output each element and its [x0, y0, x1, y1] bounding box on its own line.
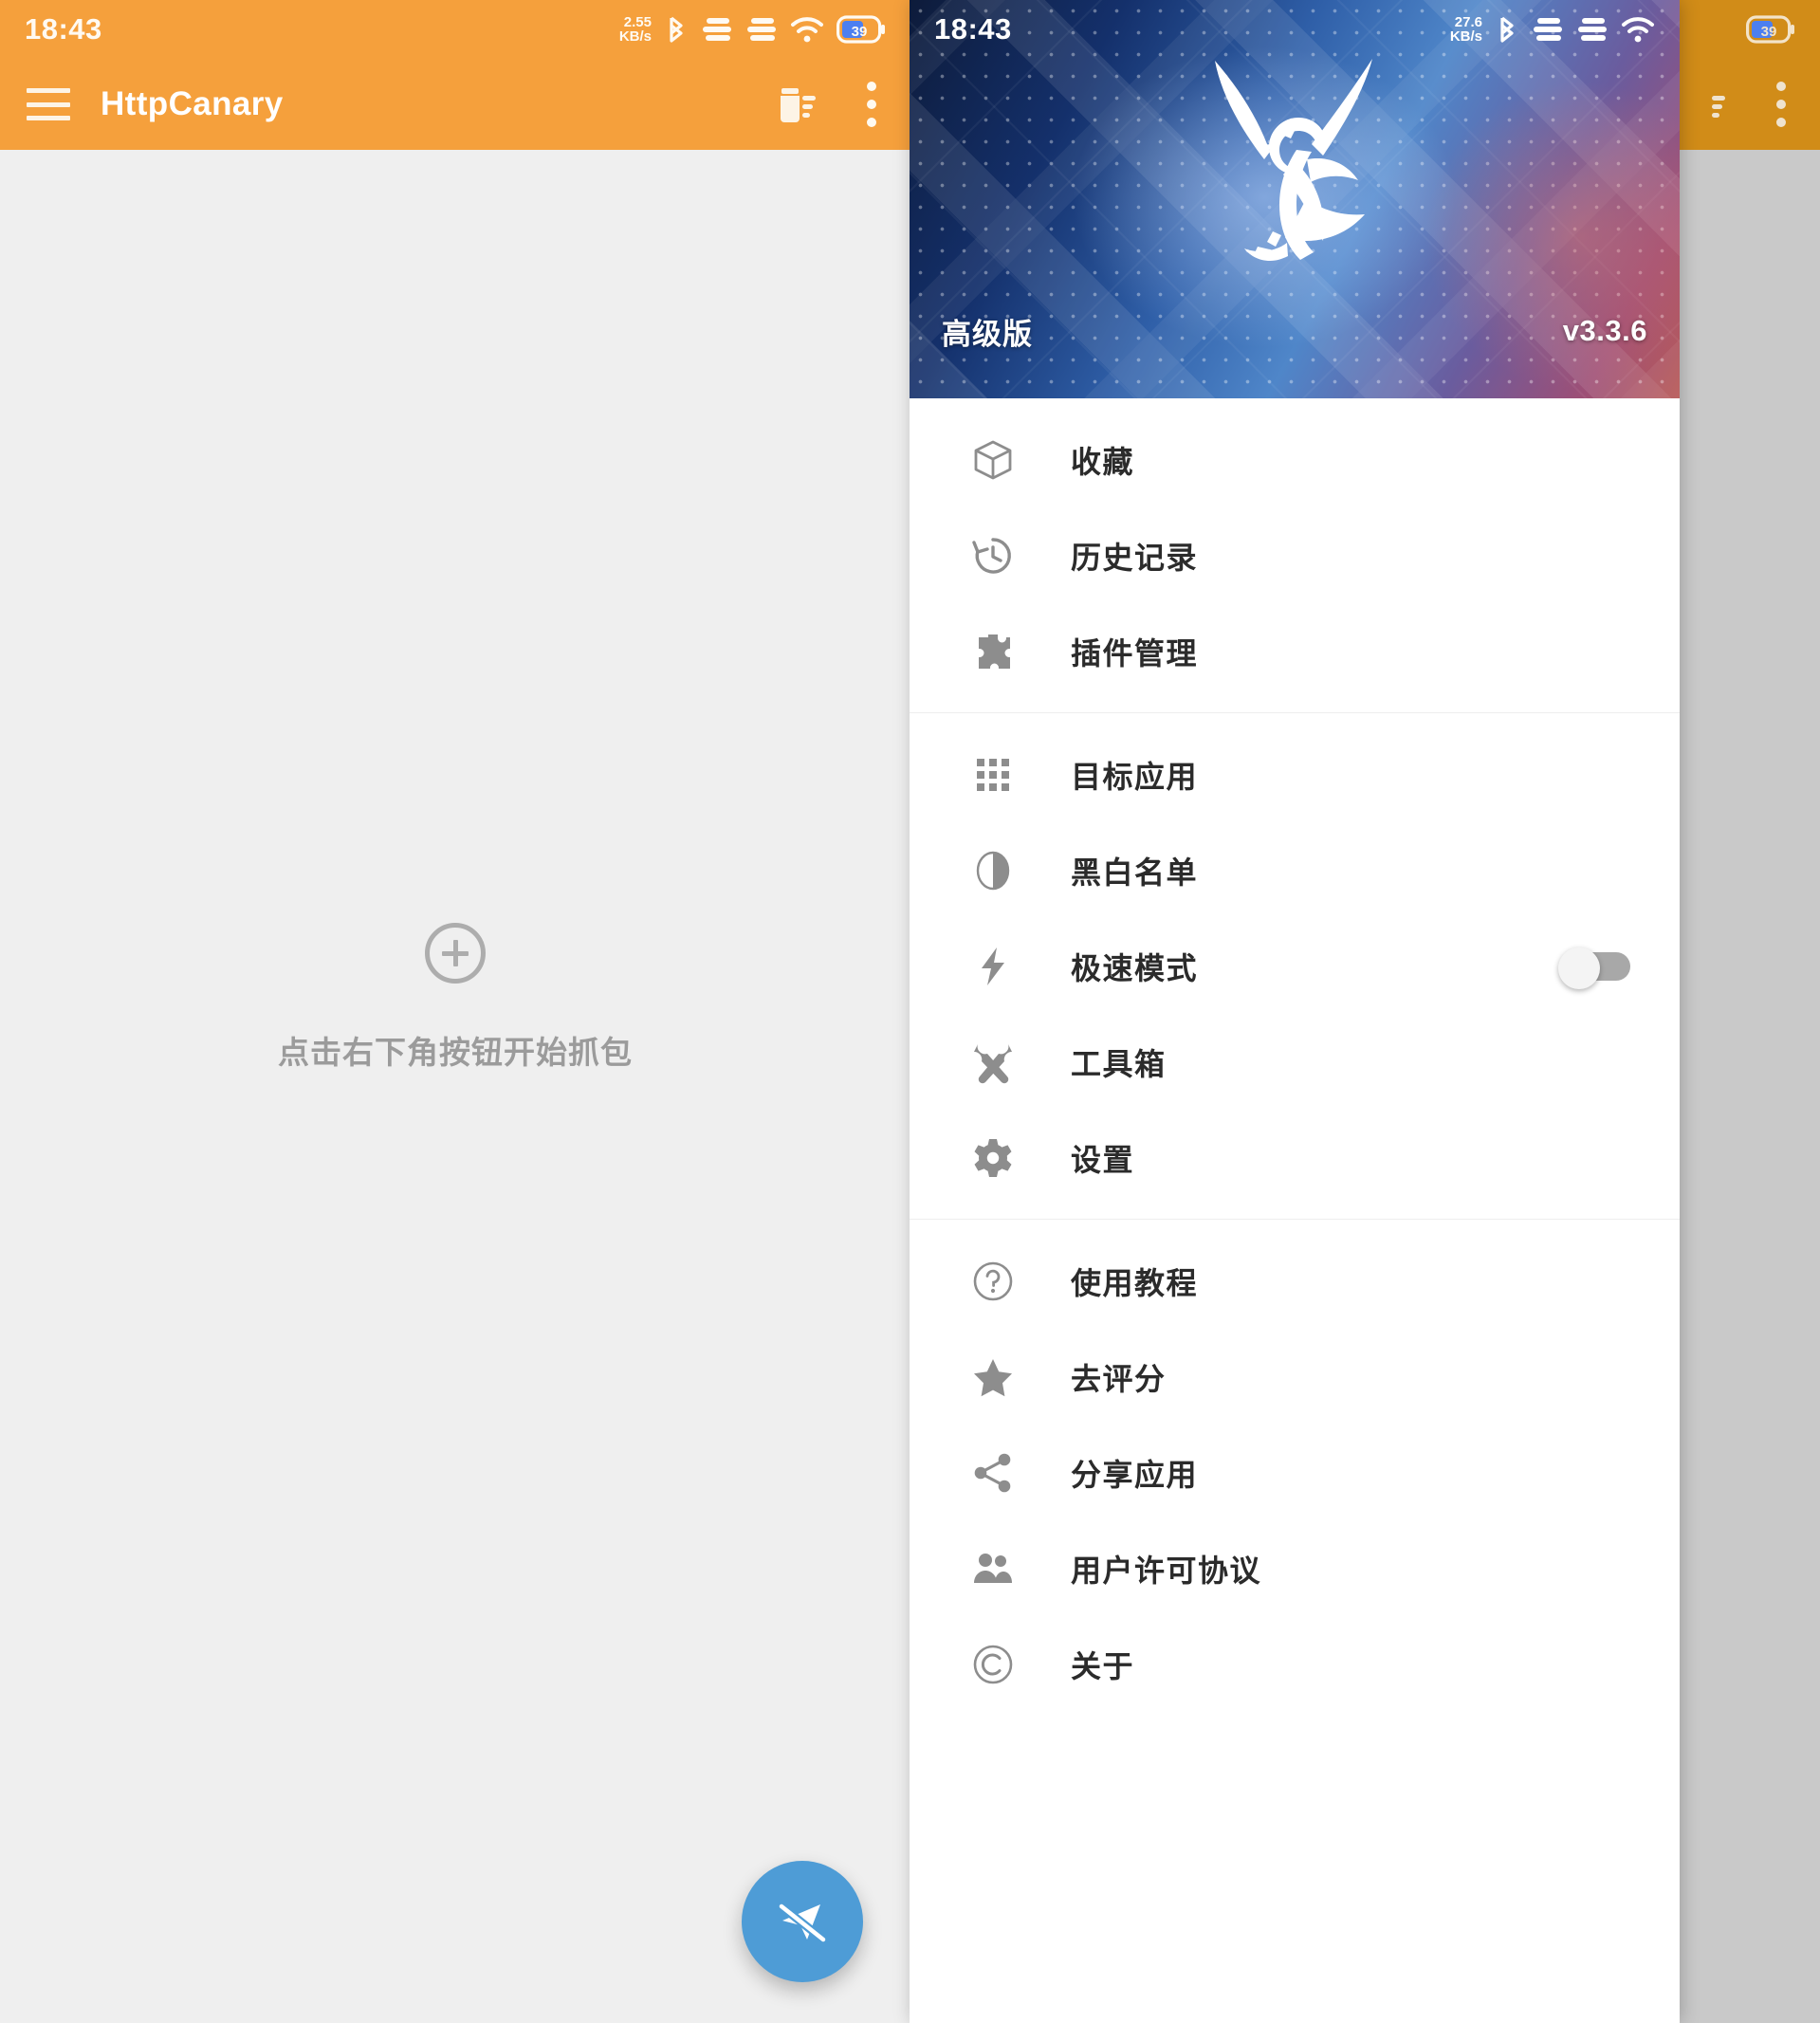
network-speed-indicator: 2.55 KB/s: [618, 13, 652, 45]
bluetooth-icon: [1500, 16, 1514, 43]
drawer-item-label: 历史记录: [1071, 540, 1199, 575]
overflow-menu-icon[interactable]: [867, 82, 876, 127]
drawer-item-history[interactable]: 历史记录: [910, 507, 1680, 603]
speed-mode-toggle[interactable]: [1558, 947, 1630, 989]
grid-apps-icon: [968, 750, 1018, 800]
left-app-bar: HttpCanary: [0, 59, 910, 150]
clear-list-icon[interactable]: [1682, 80, 1731, 129]
drawer-item-label: 收藏: [1071, 444, 1135, 479]
drawer-item-label: 插件管理: [1071, 635, 1199, 671]
drawer-header: 18:43 27.6 KB/s 高级版 v3.3.6: [910, 0, 1680, 398]
people-icon: [968, 1544, 1018, 1593]
drawer-item-settings[interactable]: 设置: [910, 1110, 1680, 1205]
drawer-item-rate[interactable]: 去评分: [910, 1329, 1680, 1425]
page-title: HttpCanary: [101, 85, 284, 122]
version-label: v3.3.6: [1562, 314, 1647, 347]
network-speed-unit: KB/s: [618, 28, 652, 45]
half-circle-icon: [968, 846, 1018, 895]
status-bar-clock: 18:43: [25, 12, 102, 46]
signal-bars-icon: [1578, 18, 1607, 41]
capture-off-icon: [777, 1902, 828, 1944]
drawer-item-about[interactable]: 关于: [910, 1616, 1680, 1712]
wifi-icon: [791, 17, 823, 43]
drawer-status-bar: 18:43 27.6 KB/s: [910, 0, 1680, 59]
left-status-bar: 18:43 2.55 KB/s 39: [0, 0, 910, 59]
drawer-item-blacklist-whitelist[interactable]: 黑白名单: [910, 822, 1680, 918]
overflow-menu-icon[interactable]: [1776, 82, 1786, 127]
drawer-item-label: 分享应用: [1071, 1457, 1199, 1492]
drawer-status-bar-indicators: 27.6 KB/s: [1450, 13, 1655, 46]
drawer-network-speed-unit: KB/s: [1449, 28, 1482, 45]
edition-label: 高级版: [942, 317, 1033, 351]
capture-list-empty-area: 点击右下角按钮开始抓包: [0, 150, 910, 2023]
network-speed-value: 2.55: [623, 13, 652, 30]
drawer-item-tutorial[interactable]: 使用教程: [910, 1233, 1680, 1329]
battery-icon: 39: [836, 15, 885, 44]
drawer-item-label: 去评分: [1071, 1361, 1167, 1396]
battery-level-text: 39: [852, 24, 868, 40]
drawer-network-speed-value: 27.6: [1454, 13, 1482, 30]
signal-bars-icon: [747, 18, 776, 41]
status-bar-indicators: 2.55 KB/s 39: [619, 13, 886, 46]
left-screenshot-pane: 18:43 2.55 KB/s 39 HttpCanary 点击右下角按钮开始抓…: [0, 0, 910, 2023]
drawer-item-plugins[interactable]: 插件管理: [910, 603, 1680, 699]
start-capture-fab[interactable]: [742, 1861, 863, 1982]
drawer-item-target-apps[interactable]: 目标应用: [910, 726, 1680, 822]
bluetooth-icon: [670, 16, 683, 43]
signal-bars-icon: [703, 18, 731, 41]
drawer-item-label: 极速模式: [1071, 950, 1199, 985]
drawer-network-speed-indicator: 27.6 KB/s: [1449, 13, 1482, 45]
puzzle-icon: [968, 627, 1018, 676]
drawer-group-settings: 目标应用 黑白名单 极速模式 工具箱 设置: [910, 712, 1680, 1219]
drawer-item-share[interactable]: 分享应用: [910, 1425, 1680, 1520]
right-battery-level-text: 39: [1761, 24, 1777, 40]
drawer-item-label: 工具箱: [1071, 1046, 1167, 1081]
screenshot-stage: 18:43 2.55 KB/s 39 HttpCanary 点击右下角按钮开始抓…: [0, 0, 1820, 2023]
right-status-bar-indicators: 39: [1746, 15, 1795, 44]
history-icon: [968, 531, 1018, 580]
hamburger-menu-icon[interactable]: [27, 88, 70, 120]
drawer-item-label: 目标应用: [1071, 759, 1199, 794]
drawer-item-label: 关于: [1071, 1648, 1135, 1683]
drawer-header-footer: 高级版 v3.3.6: [910, 285, 1680, 398]
copyright-icon: [968, 1640, 1018, 1689]
drawer-item-license-agreement[interactable]: 用户许可协议: [910, 1520, 1680, 1616]
drawer-item-toolbox[interactable]: 工具箱: [910, 1014, 1680, 1110]
share-icon: [968, 1448, 1018, 1498]
drawer-item-favorites[interactable]: 收藏: [910, 412, 1680, 507]
signal-bars-icon: [1534, 18, 1562, 41]
empty-state-message: 点击右下角按钮开始抓包: [278, 1035, 633, 1070]
plus-circle-icon: [425, 923, 486, 984]
drawer-item-label: 设置: [1071, 1142, 1135, 1177]
toggle-thumb: [1558, 947, 1600, 989]
eagle-logo-icon: [1215, 59, 1372, 261]
question-circle-icon: [968, 1257, 1018, 1306]
drawer-group-info: 使用教程 去评分 分享应用 用户许可协议 关于: [910, 1219, 1680, 1725]
drawer-item-label: 黑白名单: [1071, 855, 1199, 890]
star-icon: [968, 1352, 1018, 1402]
empty-state: 点击右下角按钮开始抓包: [0, 923, 910, 1073]
lightning-icon: [968, 942, 1018, 991]
clear-list-icon[interactable]: [772, 80, 821, 129]
drawer-status-bar-clock: 18:43: [934, 12, 1012, 46]
drawer-item-label: 使用教程: [1071, 1265, 1199, 1300]
drawer-item-label: 用户许可协议: [1071, 1553, 1262, 1588]
navigation-drawer: 18:43 27.6 KB/s 高级版 v3.3.6 收藏 历史记录 插件管理 …: [910, 0, 1680, 2023]
gear-icon: [968, 1133, 1018, 1183]
drawer-group-library: 收藏 历史记录 插件管理: [910, 398, 1680, 712]
wifi-icon: [1622, 17, 1654, 43]
right-app-bar-actions: [1682, 80, 1820, 129]
battery-icon: 39: [1746, 15, 1794, 44]
app-bar-actions: [772, 80, 884, 129]
tools-icon: [968, 1038, 1018, 1087]
drawer-item-speed-mode[interactable]: 极速模式: [910, 918, 1680, 1014]
box-icon: [968, 435, 1018, 485]
